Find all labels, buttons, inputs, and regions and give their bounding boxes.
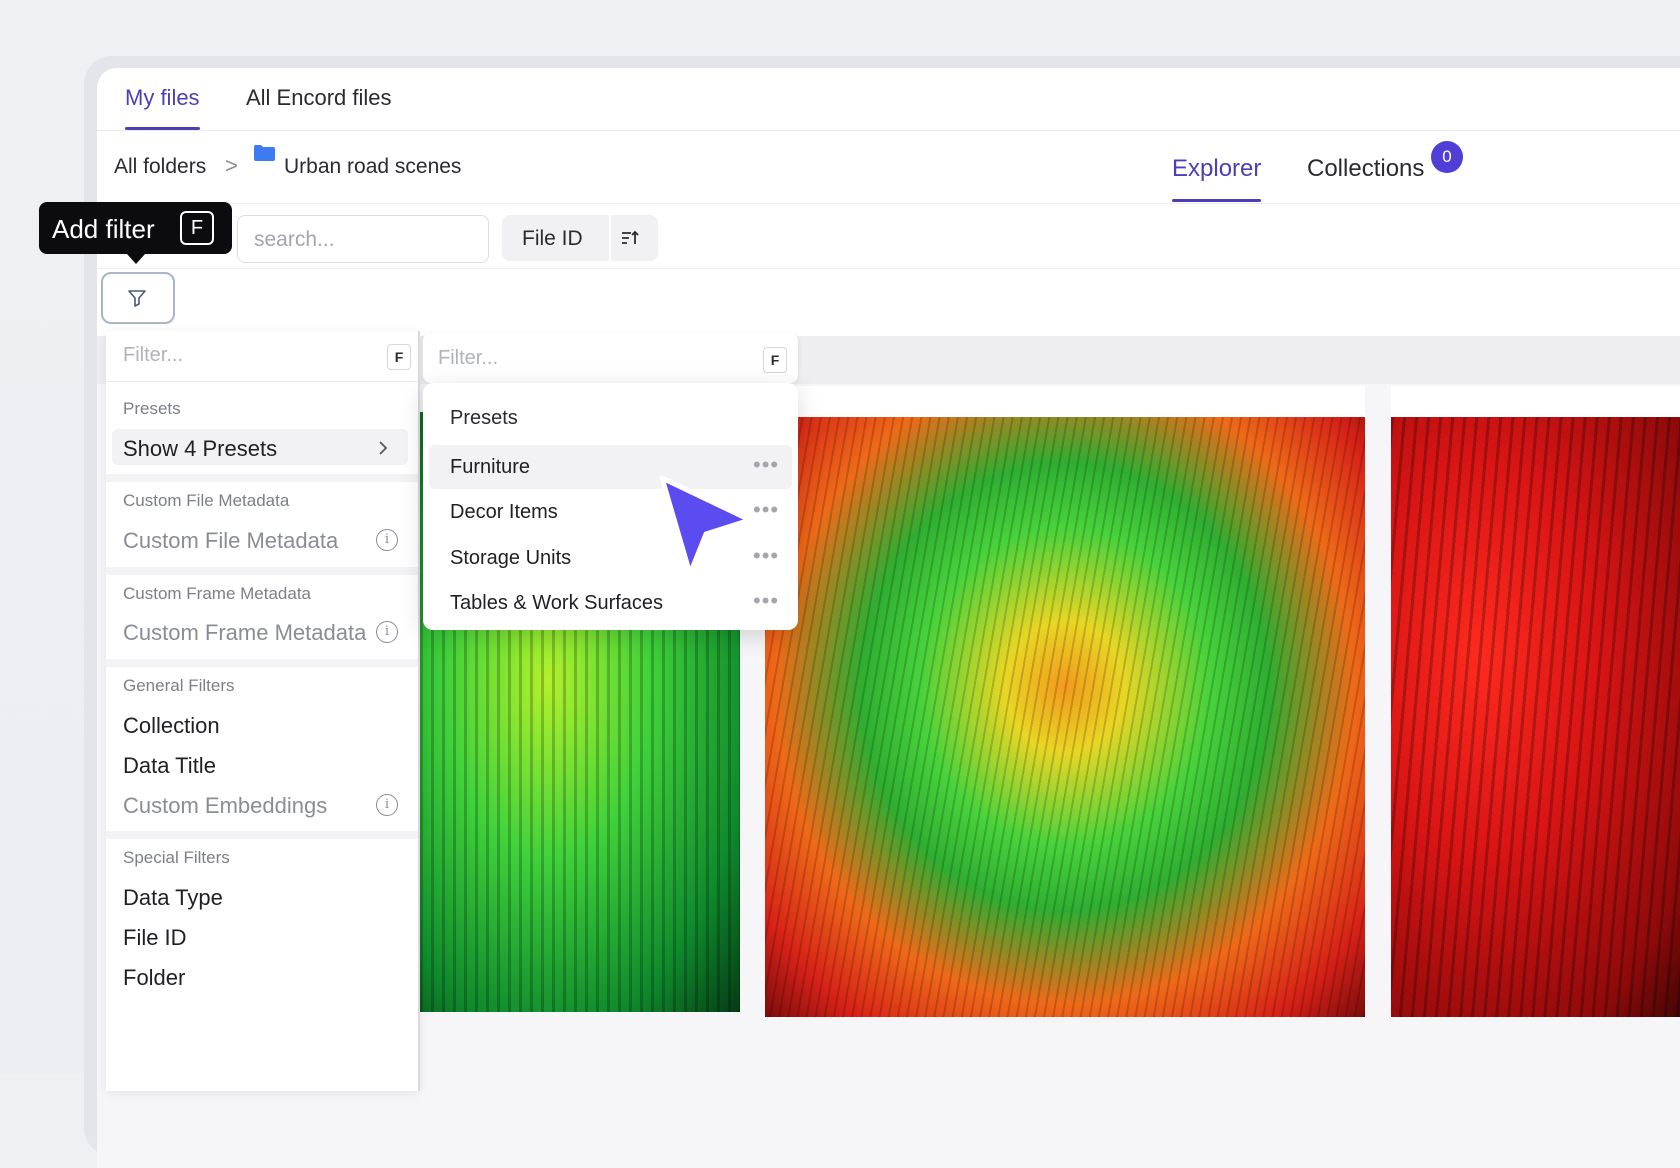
ellipsis-icon[interactable]: ••• bbox=[753, 588, 779, 614]
tab-all-encord-files[interactable]: All Encord files bbox=[246, 85, 392, 111]
section-divider bbox=[106, 567, 418, 575]
filter-menu: Filter... F Presets Show 4 Presets Custo… bbox=[106, 331, 420, 1091]
info-icon[interactable]: i bbox=[376, 529, 398, 551]
preset-item-storage-units[interactable]: Storage Units bbox=[450, 547, 571, 570]
top-tab-bar: My files All Encord files bbox=[97, 68, 1680, 131]
search-toolbar: search... File ID bbox=[97, 204, 1680, 269]
section-title-general: General Filters bbox=[123, 676, 235, 695]
filter-menu-search[interactable]: Filter... F bbox=[106, 331, 418, 382]
breadcrumb-root[interactable]: All folders bbox=[114, 155, 206, 179]
add-filter-button[interactable] bbox=[101, 272, 175, 324]
presets-menu-title: Presets bbox=[450, 407, 518, 429]
filter-shortcut-key: F bbox=[387, 344, 411, 370]
section-title-special: Special Filters bbox=[123, 848, 230, 867]
section-divider bbox=[106, 474, 418, 482]
search-input[interactable]: search... bbox=[237, 215, 489, 263]
info-icon[interactable]: i bbox=[376, 794, 398, 816]
point-cloud-thumbnail[interactable] bbox=[765, 417, 1365, 1017]
section-divider bbox=[106, 831, 418, 839]
custom-file-metadata-item[interactable]: Custom File Metadata bbox=[123, 528, 338, 554]
breadcrumb-current[interactable]: Urban road scenes bbox=[284, 155, 461, 179]
show-presets-item[interactable]: Show 4 Presets bbox=[123, 436, 277, 462]
section-title-presets: Presets bbox=[123, 399, 181, 418]
section-title-custom-frame: Custom Frame Metadata bbox=[123, 584, 312, 603]
sort-divider bbox=[609, 215, 611, 261]
presets-search-placeholder: Filter... bbox=[438, 347, 499, 369]
filter-item-folder[interactable]: Folder bbox=[123, 965, 185, 991]
preset-item-decor-items[interactable]: Decor Items bbox=[450, 501, 558, 524]
filter-item-data-title[interactable]: Data Title bbox=[123, 753, 216, 779]
filter-funnel-icon bbox=[128, 290, 146, 307]
preset-item-tables-work-surfaces[interactable]: Tables & Work Surfaces bbox=[450, 592, 663, 615]
tab-my-files[interactable]: My files bbox=[125, 85, 200, 130]
collections-count-badge: 0 bbox=[1431, 141, 1463, 173]
sort-ascending-icon[interactable] bbox=[620, 228, 640, 248]
file-card-header bbox=[1391, 386, 1680, 418]
info-icon[interactable]: i bbox=[376, 621, 398, 643]
tab-explorer[interactable]: Explorer bbox=[1172, 155, 1262, 202]
section-title-custom-file: Custom File Metadata bbox=[123, 491, 290, 510]
breadcrumb-separator: > bbox=[225, 153, 238, 178]
sort-field-button[interactable]: File ID bbox=[522, 227, 583, 251]
mouse-cursor-icon bbox=[659, 475, 753, 577]
filter-item-data-type[interactable]: Data Type bbox=[123, 885, 223, 911]
tooltip-text: Add filter bbox=[52, 214, 155, 244]
custom-frame-metadata-item[interactable]: Custom Frame Metadata bbox=[123, 620, 366, 646]
preset-item-furniture[interactable]: Furniture bbox=[450, 456, 530, 479]
presets-shortcut-key: F bbox=[763, 347, 787, 373]
search-placeholder: search... bbox=[254, 228, 335, 251]
filter-item-file-id[interactable]: File ID bbox=[123, 925, 187, 951]
filter-item-collection[interactable]: Collection bbox=[123, 713, 220, 739]
sort-control: File ID bbox=[502, 215, 658, 261]
filter-menu-placeholder: Filter... bbox=[123, 344, 184, 366]
file-card-header bbox=[765, 386, 1365, 418]
presets-search[interactable]: Filter... F bbox=[423, 333, 798, 383]
add-filter-tooltip: Add filter F bbox=[39, 202, 232, 264]
tab-collections[interactable]: Collections bbox=[1307, 155, 1424, 183]
section-divider bbox=[106, 659, 418, 667]
point-cloud-thumbnail[interactable] bbox=[1391, 417, 1680, 1017]
chevron-right-icon bbox=[379, 441, 388, 455]
tooltip-shortcut-key: F bbox=[180, 211, 214, 245]
filter-item-custom-embeddings[interactable]: Custom Embeddings bbox=[123, 793, 327, 819]
folder-icon bbox=[254, 145, 275, 161]
